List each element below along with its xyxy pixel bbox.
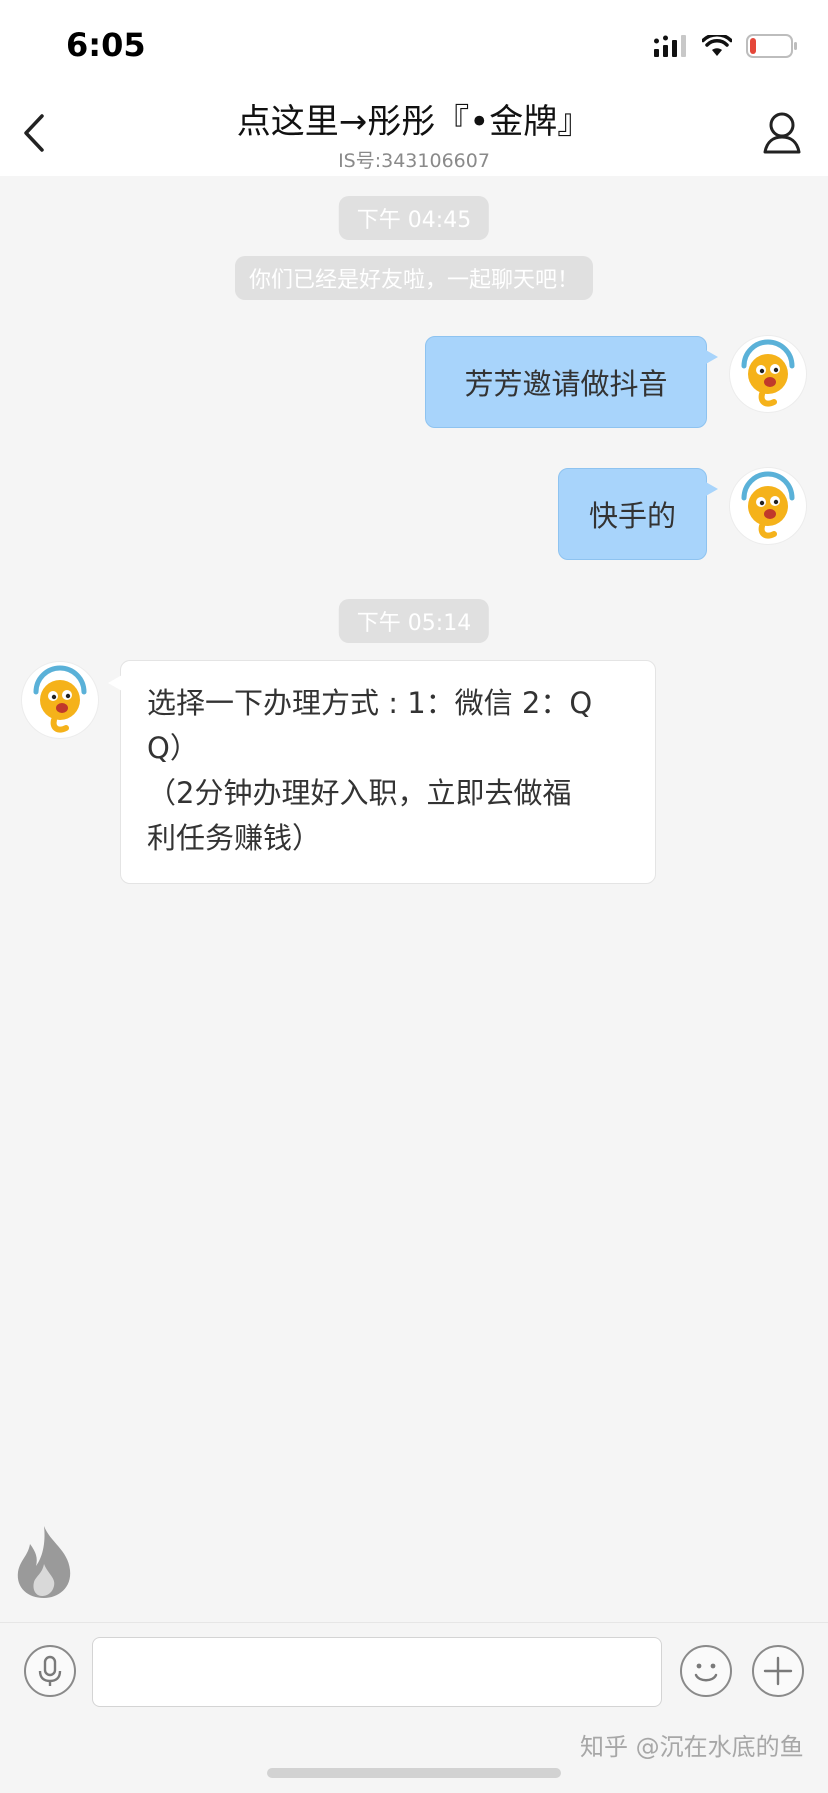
- wifi-icon: [702, 35, 732, 56]
- input-bar: 知乎 @沉在水底的鱼: [0, 1622, 828, 1793]
- fire-button[interactable]: [12, 1524, 76, 1600]
- my-avatar[interactable]: [730, 468, 806, 544]
- cellular-signal-icon: [654, 35, 686, 57]
- contact-avatar[interactable]: [22, 662, 98, 738]
- status-icons: [654, 34, 798, 58]
- home-indicator[interactable]: [267, 1768, 561, 1778]
- watermark: 知乎 @沉在水底的鱼: [580, 1733, 804, 1761]
- add-button[interactable]: [752, 1645, 804, 1697]
- microphone-icon: [38, 1655, 62, 1686]
- message-bubble-outgoing[interactable]: 快手的: [558, 468, 718, 560]
- profile-button[interactable]: [762, 110, 802, 156]
- fire-icon: [17, 1526, 71, 1598]
- message-text: 快手的: [588, 499, 676, 533]
- mascot-avatar-icon: [741, 471, 795, 539]
- contact-name: 点这里→彤彤『•金牌』: [236, 102, 592, 142]
- emoji-button[interactable]: [680, 1645, 732, 1697]
- message-input[interactable]: [92, 1637, 662, 1707]
- message-text-line: 利任务赚钱）: [147, 821, 322, 855]
- status-bar: 6:05: [0, 0, 828, 90]
- message-text-line: Q）: [147, 731, 199, 765]
- timestamp-pill: 下午 04:45: [338, 196, 490, 240]
- battery-low-icon: [746, 34, 797, 58]
- message-text-line: （2分钟办理好入职，立即去做福: [147, 776, 572, 810]
- message-bubble-outgoing[interactable]: 芳芳邀请做抖音: [425, 336, 718, 428]
- contact-id: IS号:343106607: [338, 150, 490, 172]
- mascot-avatar-icon: [33, 665, 87, 733]
- profile-icon: [763, 112, 801, 154]
- system-notice: 你们已经是好友啦，一起聊天吧！: [234, 256, 594, 300]
- plus-icon: [763, 1656, 793, 1686]
- message-text: 芳芳邀请做抖音: [464, 367, 668, 401]
- timestamp-pill: 下午 05:14: [338, 599, 490, 643]
- smiley-icon: [694, 1663, 718, 1682]
- message-text-line: 选择一下办理方式 : 1：微信 2：Q: [147, 686, 593, 720]
- status-time: 6:05: [66, 26, 146, 64]
- mascot-avatar-icon: [741, 339, 795, 407]
- voice-button[interactable]: [24, 1645, 76, 1697]
- my-avatar[interactable]: [730, 336, 806, 412]
- chat-area[interactable]: 下午 04:45 你们已经是好友啦，一起聊天吧！ 芳芳邀请做抖音 快手的 下午 …: [0, 176, 828, 1622]
- message-bubble-incoming[interactable]: 选择一下办理方式 : 1：微信 2：Q Q） （2分钟办理好入职，立即去做福 利…: [108, 660, 656, 884]
- chat-header: 点这里→彤彤『•金牌』 IS号:343106607: [0, 90, 828, 176]
